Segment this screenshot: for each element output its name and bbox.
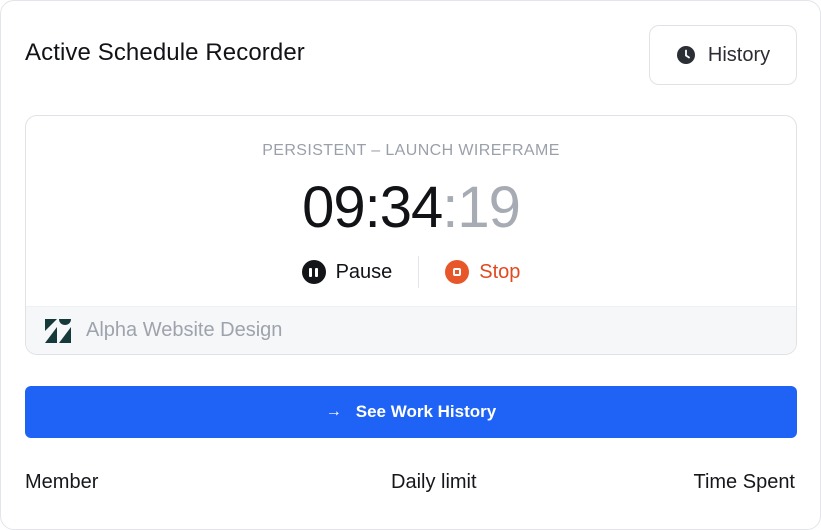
timer-hours-minutes: 09:34 [302,175,443,240]
timer-seconds: :19 [442,175,521,240]
session-label: PERSISTENT – LAUNCH WIREFRAME [262,142,560,159]
timer-panel: PERSISTENT – LAUNCH WIREFRAME 09:34:19 P… [25,115,797,355]
see-work-history-label: See Work History [355,402,497,421]
arrow-right-icon: → [325,403,342,420]
column-header-member[interactable]: Member [25,471,98,494]
column-header-time-spent[interactable]: Time Spent [693,471,795,494]
stop-icon [445,260,470,284]
recorder-card: Active Schedule Recorder History PERSIST… [0,0,821,530]
timer-controls: Pause Stop [26,256,796,288]
card-title: Active Schedule Recorder [25,39,305,66]
pause-label: Pause [335,260,393,283]
column-header-daily-limit[interactable]: Daily limit [391,471,477,494]
controls-divider [418,256,420,288]
stop-label: Stop [479,260,521,283]
zendesk-logo-icon [45,318,71,343]
project-name: Alpha Website Design [86,319,283,341]
timer-display: 09:34:19 [26,174,796,241]
pause-button[interactable]: Pause [301,260,393,284]
project-row[interactable]: Alpha Website Design [26,306,796,354]
clock-icon [676,46,695,64]
history-button[interactable]: History [649,25,797,85]
stop-button[interactable]: Stop [445,260,520,284]
pause-icon [301,260,326,284]
see-work-history-button[interactable]: → See Work History [25,386,797,438]
history-button-label: History [707,43,771,66]
